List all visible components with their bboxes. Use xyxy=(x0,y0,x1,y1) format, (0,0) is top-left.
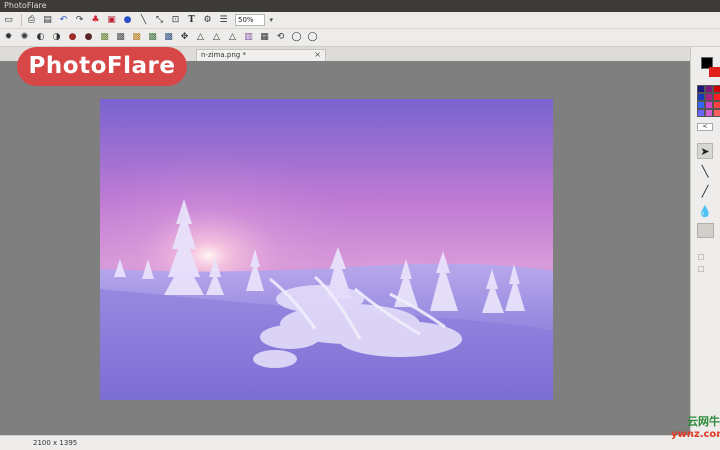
color-palette[interactable] xyxy=(697,85,720,117)
invert-icon[interactable]: ◑ xyxy=(50,31,63,44)
zoom-value: 50% xyxy=(238,16,254,24)
landscape-dark-icon[interactable]: ▩ xyxy=(114,31,127,44)
title-bar: PhotoFlare xyxy=(0,0,720,12)
winter-sunset-photo xyxy=(100,99,553,400)
landscape-cool-icon[interactable]: ▩ xyxy=(146,31,159,44)
half-tone-icon[interactable]: ◐ xyxy=(34,31,47,44)
watermark-line-1: 云网牛 xyxy=(687,415,720,428)
circle-gray-icon[interactable]: ● xyxy=(82,31,95,44)
crop-select-icon[interactable]: ⊡ xyxy=(169,14,182,27)
tool-panel: < ➤ ╲ ╱ 💧 xyxy=(690,47,720,435)
image-dimensions: 2100 x 1395 xyxy=(33,439,78,447)
palette-color[interactable] xyxy=(697,85,705,93)
palette-color[interactable] xyxy=(697,93,705,101)
pen-icon[interactable]: ╲ xyxy=(137,14,150,27)
tab-label: n-zima.png * xyxy=(201,51,246,59)
document-tab[interactable]: n-zima.png * × xyxy=(196,49,326,61)
canvas-area[interactable] xyxy=(0,61,690,435)
save-icon[interactable]: ▭ xyxy=(2,14,15,27)
palette-color[interactable] xyxy=(705,109,713,117)
select-box-icon[interactable] xyxy=(697,223,714,238)
main-toolbar: ▭ ⎙ ▤ ↶ ↷ ♣ ▣ ● ╲ ⤡ ⊡ T ⚙ ☰ 50% ▾ xyxy=(0,12,720,29)
palette-color[interactable] xyxy=(705,93,713,101)
move-icon[interactable]: ✥ xyxy=(178,31,191,44)
circle-red-icon[interactable]: ● xyxy=(66,31,79,44)
palette-color[interactable] xyxy=(705,85,713,93)
photoflare-logo-badge: PhotoFlare xyxy=(17,47,187,86)
line-icon[interactable]: ╲ xyxy=(697,163,713,179)
triangle-outline-icon[interactable]: △ xyxy=(210,31,223,44)
close-icon[interactable]: × xyxy=(314,50,321,60)
disk-icon[interactable]: ▤ xyxy=(41,14,54,27)
resize-icon[interactable]: ⤡ xyxy=(153,14,166,27)
histogram-icon[interactable]: ▦ xyxy=(258,31,271,44)
palette-color[interactable] xyxy=(697,109,705,117)
landscape-warm-icon[interactable]: ▩ xyxy=(130,31,143,44)
gradient-icon[interactable]: ▥ xyxy=(242,31,255,44)
palette-color[interactable] xyxy=(713,109,720,117)
site-watermark: 云网牛 ywnz.com xyxy=(671,416,720,446)
rotate-left-icon[interactable]: ⟲ xyxy=(274,31,287,44)
logo-text: PhotoFlare xyxy=(28,53,176,79)
crop-icon[interactable]: ▣ xyxy=(105,14,118,27)
colors-icon[interactable]: ♣ xyxy=(89,14,102,27)
brush-icon[interactable]: ╱ xyxy=(697,183,713,199)
redo-icon[interactable]: ↷ xyxy=(73,14,86,27)
gear-icon[interactable]: ⚙ xyxy=(201,14,214,27)
chevron-down-icon: ▾ xyxy=(269,16,273,24)
landscape-icon[interactable]: ▩ xyxy=(98,31,111,44)
triangle-small-icon[interactable]: △ xyxy=(226,31,239,44)
toolbar-separator xyxy=(21,14,22,26)
zoom-select[interactable]: 50% ▾ xyxy=(235,14,273,26)
palette-color[interactable] xyxy=(713,93,720,101)
secondary-color-swatch[interactable] xyxy=(709,67,720,77)
watermark-line-2: ywnz.com xyxy=(671,429,720,440)
palette-icon[interactable]: ● xyxy=(121,14,134,27)
filters-toolbar: ✹ ✺ ◐ ◑ ● ● ▩ ▩ ▩ ▩ ▩ ✥ △ △ △ ▥ ▦ ⟲ ◯ ◯ xyxy=(0,29,720,47)
contrast-icon[interactable]: ✺ xyxy=(18,31,31,44)
print-icon[interactable]: ⎙ xyxy=(25,14,38,27)
rotate-right-icon[interactable]: ◯ xyxy=(290,31,303,44)
landscape-blue-icon[interactable]: ▩ xyxy=(162,31,175,44)
flip-icon[interactable]: ◯ xyxy=(306,31,319,44)
document-image[interactable] xyxy=(100,99,553,400)
pointer-icon[interactable]: ➤ xyxy=(697,143,713,159)
triangle-icon[interactable]: △ xyxy=(194,31,207,44)
option-checkbox[interactable] xyxy=(698,254,704,260)
status-bar: 2100 x 1395 xyxy=(0,435,720,450)
brightness-icon[interactable]: ✹ xyxy=(2,31,15,44)
palette-color[interactable] xyxy=(713,85,720,93)
option-checkbox[interactable] xyxy=(698,266,704,272)
palette-color[interactable] xyxy=(697,101,705,109)
batch-icon[interactable]: ☰ xyxy=(217,14,230,27)
palette-nav-button[interactable]: < xyxy=(697,123,713,131)
palette-color[interactable] xyxy=(713,101,720,109)
undo-icon[interactable]: ↶ xyxy=(57,14,70,27)
window-title: PhotoFlare xyxy=(4,1,47,10)
text-icon[interactable]: T xyxy=(185,14,198,27)
palette-color[interactable] xyxy=(705,101,713,109)
drop-icon[interactable]: 💧 xyxy=(697,203,713,219)
